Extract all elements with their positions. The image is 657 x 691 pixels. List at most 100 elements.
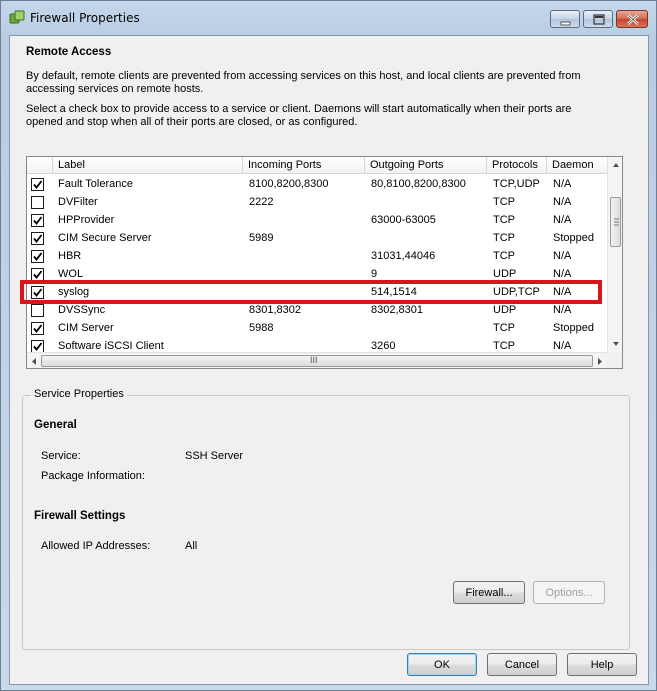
row-daemon: Stopped [553,232,594,244]
checkmark-icon [33,270,43,279]
row-outgoing-ports: 31031,44046 [371,250,436,262]
vsphere-app-icon [9,10,25,26]
service-checkbox[interactable] [31,214,44,227]
row-protocols: TCP [493,322,515,334]
row-label: HPProvider [58,214,115,226]
service-properties-legend: Service Properties [31,388,127,400]
table-row[interactable]: Fault Tolerance 8100,8200,8300 80,8100,820… [27,175,607,193]
row-label: DVSSync [58,304,106,316]
row-protocols: TCP [493,214,515,226]
column-header-protocols[interactable]: Protocols [487,157,547,174]
table-row[interactable]: HPProvider 63000-63005 TCP N/A [27,211,607,229]
service-checkbox[interactable] [31,322,44,335]
services-table: Label Incoming Ports Outgoing Ports Prot… [26,156,623,369]
row-outgoing-ports: 8302,8301 [371,304,423,316]
row-label: WOL [58,268,84,280]
checkmark-icon [33,216,43,225]
firewall-properties-window: Firewall Properties Remote Access By def… [0,0,657,691]
allowed-ip-label: Allowed IP Addresses: [41,540,151,552]
firewall-settings-heading: Firewall Settings [34,510,126,522]
service-checkbox[interactable] [31,196,44,209]
row-label: Fault Tolerance [58,178,134,190]
grip-icon [614,218,619,226]
scroll-left-arrow-icon[interactable] [27,353,41,369]
close-icon [627,14,639,25]
row-daemon: N/A [553,214,572,226]
row-daemon: N/A [553,178,572,190]
row-label: CIM Secure Server [58,232,152,244]
service-label: Service: [41,450,81,462]
scroll-down-arrow-icon[interactable] [608,337,623,351]
column-header-label[interactable]: Label [53,157,243,174]
cancel-button[interactable]: Cancel [487,653,557,676]
row-incoming-ports: 2222 [249,196,274,208]
general-heading: General [34,419,77,431]
row-daemon: N/A [553,304,572,316]
syslog-row-highlight-box [20,280,602,304]
service-checkbox[interactable] [31,232,44,245]
help-button[interactable]: Help [567,653,637,676]
row-outgoing-ports: 9 [371,268,378,280]
table-row[interactable]: CIM Server 5988 TCP Stopped [27,319,607,337]
row-incoming-ports: 5988 [249,322,274,334]
scroll-corner [607,352,622,368]
row-label: DVFilter [58,196,98,208]
row-daemon: N/A [553,268,572,280]
service-checkbox[interactable] [31,250,44,263]
row-label: HBR [58,250,82,262]
row-label: CIM Server [58,322,114,334]
table-row[interactable]: HBR 31031,44046 TCP N/A [27,247,607,265]
title-bar[interactable]: Firewall Properties [1,1,656,35]
service-checkbox[interactable] [31,178,44,191]
row-protocols: TCP [493,250,515,262]
scroll-up-arrow-icon[interactable] [608,158,623,172]
service-value: SSH Server [185,450,244,462]
options-button[interactable]: Options... [533,581,605,604]
row-label: Software iSCSI Client [58,340,164,352]
row-daemon: N/A [553,250,572,262]
table-row[interactable]: DVFilter 2222 TCP N/A [27,193,607,211]
horizontal-scroll-thumb[interactable]: III [41,355,593,367]
row-protocols: TCP [493,340,515,352]
row-outgoing-ports: 63000-63005 [371,214,436,226]
row-incoming-ports: 8100,8200,8300 [249,178,329,190]
row-daemon: Stopped [553,322,594,334]
service-checkbox[interactable] [31,304,44,317]
row-protocols: TCP,UDP [493,178,540,190]
row-incoming-ports: 5989 [249,232,274,244]
checkmark-icon [33,180,43,189]
vertical-scroll-thumb[interactable] [610,197,621,247]
close-window-button[interactable] [616,10,648,28]
minimize-icon [560,21,571,26]
row-protocols: UDP [493,304,517,316]
maximize-icon [593,14,605,25]
checkmark-icon [33,252,43,261]
minimize-button[interactable] [550,10,580,28]
checkmark-icon [33,342,43,351]
allowed-ip-value: All [185,540,198,552]
column-header-checkbox[interactable] [27,157,53,174]
checkmark-icon [33,324,43,333]
firewall-button[interactable]: Firewall... [453,581,525,604]
remote-access-heading: Remote Access [26,46,112,58]
horizontal-scrollbar[interactable]: III [27,352,607,369]
scroll-right-arrow-icon[interactable] [593,353,607,369]
column-header-incoming-ports[interactable]: Incoming Ports [243,157,365,174]
package-info-label: Package Information: [41,470,145,482]
column-header-outgoing-ports[interactable]: Outgoing Ports [365,157,487,174]
maximize-button[interactable] [583,10,613,28]
dialog-body: Remote Access By default, remote clients… [9,35,649,685]
table-header: Label Incoming Ports Outgoing Ports Prot… [27,157,607,174]
service-properties-group: Service Properties General Service: SSH … [22,388,630,650]
window-title: Firewall Properties [30,11,140,25]
row-daemon: N/A [553,340,572,352]
table-row[interactable]: CIM Secure Server 5989 TCP Stopped [27,229,607,247]
row-outgoing-ports: 80,8100,8200,8300 [371,178,466,190]
ok-button[interactable]: OK [407,653,477,676]
row-protocols: UDP [493,268,517,280]
column-header-daemon[interactable]: Daemon [547,157,607,174]
remote-access-intro: By default, remote clients are prevented… [26,70,581,95]
vertical-scrollbar[interactable] [607,157,623,352]
row-outgoing-ports: 3260 [371,340,396,352]
row-protocols: TCP [493,196,515,208]
